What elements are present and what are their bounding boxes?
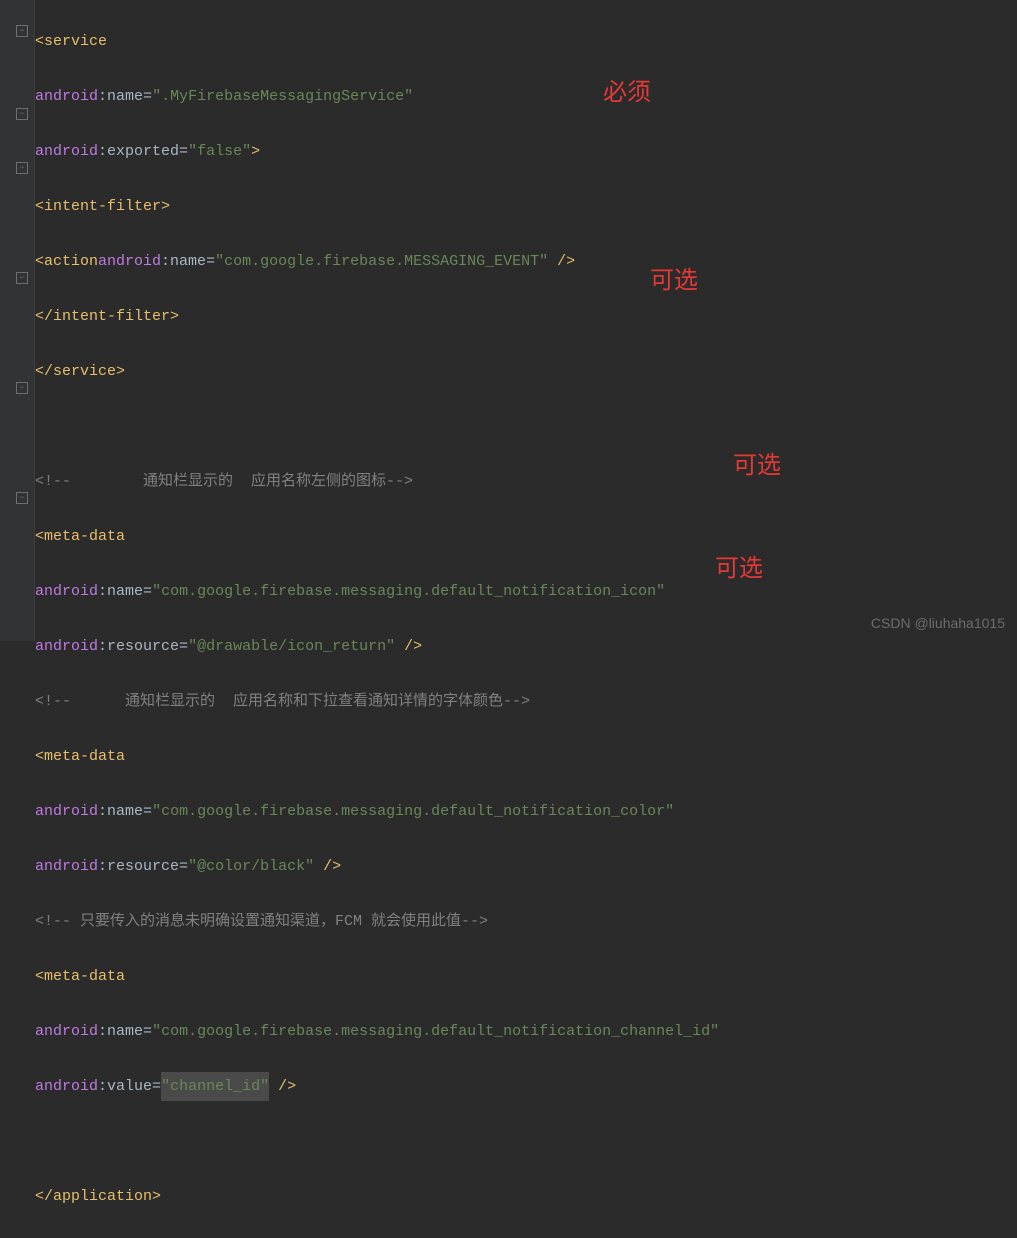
code-line: <meta-data — [35, 743, 1017, 771]
code-line: <!-- 通知栏显示的 应用名称左侧的图标--> — [35, 468, 1017, 496]
annotation-optional-2: 可选 — [733, 445, 781, 480]
code-line: android:name=".MyFirebaseMessagingServic… — [35, 83, 1017, 111]
code-line: android:name="com.google.firebase.messag… — [35, 798, 1017, 826]
code-line: <!-- 只要传入的消息未明确设置通知渠道，FCM 就会使用此值--> — [35, 908, 1017, 936]
code-line: android:resource="@drawable/icon_return"… — [35, 633, 1017, 661]
fold-icon[interactable]: − — [16, 108, 28, 120]
code-editor[interactable]: <service android:name=".MyFirebaseMessag… — [35, 0, 1017, 1238]
annotation-required: 必须 — [603, 72, 651, 107]
code-line: android:name="com.google.firebase.messag… — [35, 578, 1017, 606]
code-line: android:value="channel_id" /> — [35, 1073, 1017, 1101]
code-line: <intent-filter> — [35, 193, 1017, 221]
code-line: android:exported="false"> — [35, 138, 1017, 166]
code-line: <!-- 通知栏显示的 应用名称和下拉查看通知详情的字体颜色--> — [35, 688, 1017, 716]
code-line: </intent-filter> — [35, 303, 1017, 331]
fold-icon[interactable]: − — [16, 162, 28, 174]
watermark-text: CSDN @liuhaha1015 — [871, 615, 1005, 631]
code-line — [35, 1128, 1017, 1156]
annotation-optional-1: 可选 — [650, 260, 698, 295]
fold-icon[interactable]: − — [16, 382, 28, 394]
code-line: android:resource="@color/black" /> — [35, 853, 1017, 881]
fold-icon[interactable]: − — [16, 492, 28, 504]
code-line — [35, 413, 1017, 441]
code-line: </service> — [35, 358, 1017, 386]
code-line: <meta-data — [35, 523, 1017, 551]
fold-icon[interactable]: − — [16, 272, 28, 284]
code-line: <service — [35, 28, 1017, 56]
annotation-optional-3: 可选 — [715, 548, 763, 583]
code-line: android:name="com.google.firebase.messag… — [35, 1018, 1017, 1046]
code-line: <action android:name="com.google.firebas… — [35, 248, 1017, 276]
code-line: </application> — [35, 1183, 1017, 1211]
fold-icon[interactable]: − — [16, 25, 28, 37]
editor-gutter: − − − − − − — [0, 0, 35, 641]
code-line: <meta-data — [35, 963, 1017, 991]
